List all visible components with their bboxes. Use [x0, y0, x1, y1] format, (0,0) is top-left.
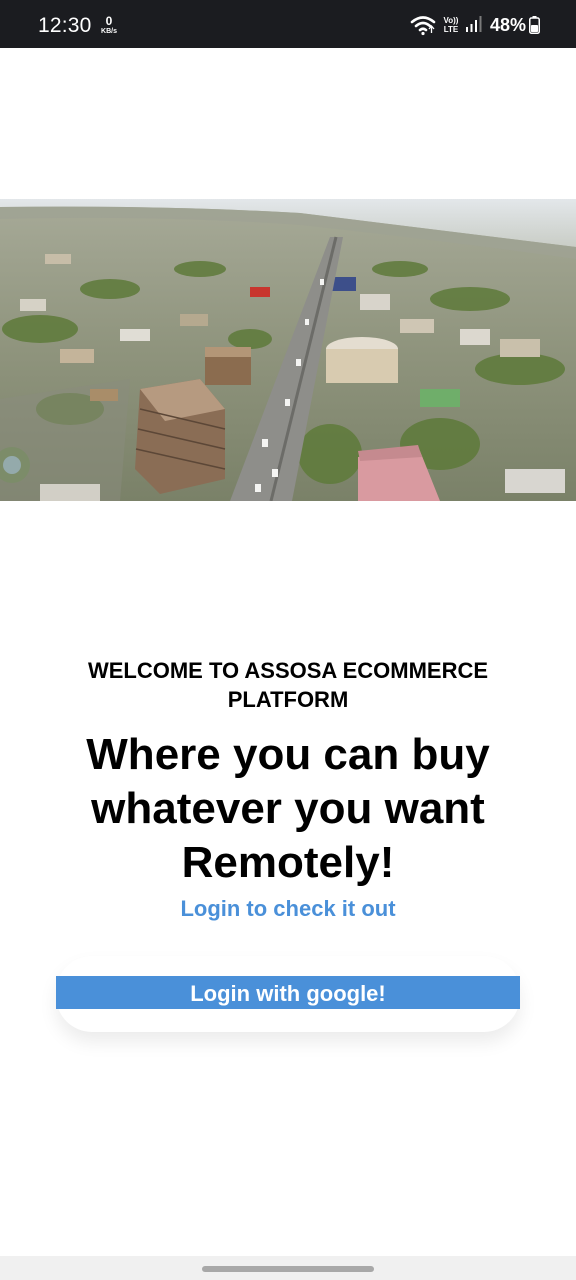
login-with-google-button[interactable]: Login with google!	[56, 976, 520, 1009]
network-speed-value: 0	[105, 14, 113, 28]
network-speed: 0 KB/s	[97, 15, 121, 35]
status-time: 12:30	[38, 14, 92, 37]
volte-indicator: Vo)) LTE	[442, 16, 460, 34]
wifi-icon	[410, 16, 436, 36]
hero-city-image	[0, 199, 576, 501]
welcome-heading: WELCOME TO ASSOSA ECOMMERCE PLATFORM	[87, 658, 489, 712]
status-icons: Vo)) LTE 48%	[410, 13, 540, 37]
navigation-bar	[0, 1256, 576, 1280]
home-indicator[interactable]	[202, 1266, 374, 1272]
headline: Where you can buy whatever you want Remo…	[86, 730, 490, 887]
signal-icon	[465, 16, 482, 32]
login-prompt-text: Login to check it out	[180, 896, 396, 921]
aerial-city-photo	[0, 199, 576, 501]
battery-percentage: 48%	[489, 14, 526, 35]
lte-label: LTE	[443, 25, 459, 34]
network-speed-unit: KB/s	[101, 28, 117, 35]
volte-label: Vo))	[443, 16, 459, 25]
status-bar: 12:30 0 KB/s Vo)) LTE 48%	[0, 0, 576, 48]
battery-icon	[529, 16, 540, 34]
